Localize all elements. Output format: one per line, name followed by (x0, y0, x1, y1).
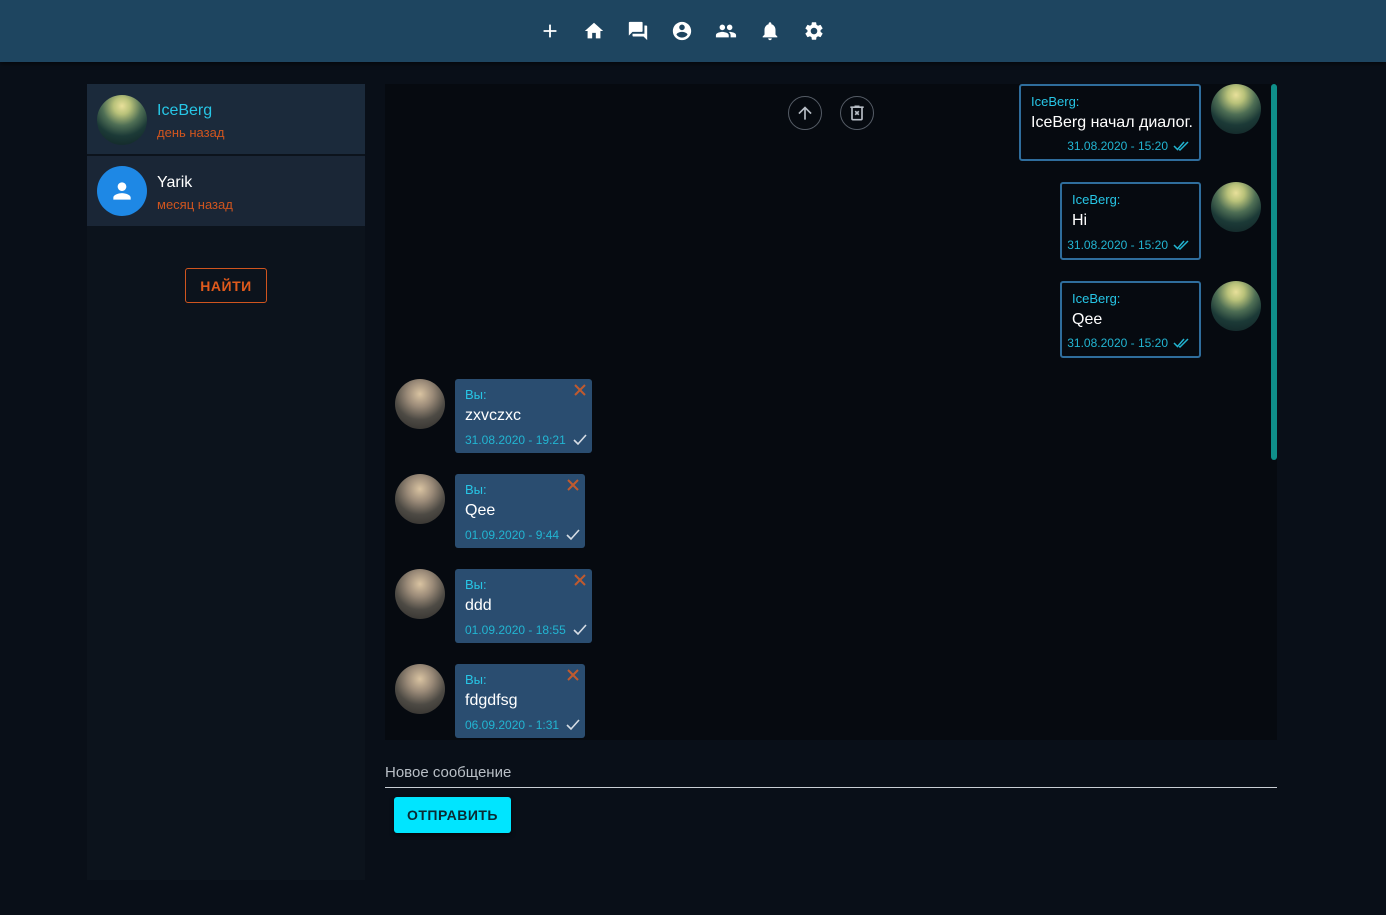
message-author: IceBerg: (1072, 192, 1121, 207)
message-meta: 31.08.2020 - 15:20 (1067, 336, 1191, 350)
message-input[interactable]: Новое сообщение (385, 764, 511, 781)
message-meta: 31.08.2020 - 15:20 (1067, 139, 1191, 153)
gear-icon[interactable] (801, 18, 827, 44)
user-icon (113, 182, 131, 200)
message-time: 06.09.2020 - 1:31 (465, 718, 560, 732)
incoming-message: IceBerg: IceBerg начал диалог. 31.08.202… (1019, 84, 1201, 161)
message-author: Вы: (465, 672, 487, 687)
message-meta: 31.08.2020 - 19:21 (465, 433, 589, 447)
close-icon[interactable] (567, 668, 579, 681)
incoming-message: IceBerg: Hi 31.08.2020 - 15:20 (1060, 182, 1201, 260)
input-underline (385, 787, 1277, 788)
delete-dialog-icon[interactable] (840, 96, 874, 130)
chat-panel: IceBerg: IceBerg начал диалог. 31.08.202… (385, 84, 1277, 740)
dialogs-sidebar: IceBerg день назад Yarik месяц назад НАЙ… (87, 84, 365, 880)
message-time: 31.08.2020 - 15:20 (1067, 336, 1168, 350)
message-meta: 01.09.2020 - 18:55 (465, 623, 589, 637)
message-author: IceBerg: (1072, 291, 1121, 306)
send-button[interactable]: ОТПРАВИТЬ (394, 797, 511, 833)
message-meta: 01.09.2020 - 9:44 (465, 528, 582, 542)
message-text: fdgdfsg (465, 692, 518, 709)
scrollbar-track[interactable] (1270, 84, 1277, 740)
avatar (1211, 281, 1261, 331)
avatar (395, 379, 445, 429)
find-button[interactable]: НАЙТИ (185, 268, 267, 303)
avatar (395, 474, 445, 524)
message-author: Вы: (465, 482, 487, 497)
chat-icon[interactable] (625, 18, 651, 44)
message-author: Вы: (465, 577, 487, 592)
dialog-name: IceBerg (157, 102, 213, 119)
avatar (1211, 84, 1261, 134)
arrow-up-icon[interactable] (788, 96, 822, 130)
dialog-name: Yarik (157, 174, 193, 191)
top-navigation-bar (0, 0, 1386, 62)
check-icon (573, 434, 587, 446)
outgoing-message: Вы: ddd 01.09.2020 - 18:55 (455, 569, 592, 643)
avatar (395, 664, 445, 714)
check-icon (566, 719, 580, 731)
outgoing-message: Вы: Qee 01.09.2020 - 9:44 (455, 474, 585, 548)
home-icon[interactable] (581, 18, 607, 44)
dialog-item-yarik[interactable]: Yarik месяц назад (87, 156, 365, 226)
message-author: Вы: (465, 387, 487, 402)
outgoing-message: Вы: fdgdfsg 06.09.2020 - 1:31 (455, 664, 585, 738)
account-circle-icon[interactable] (669, 18, 695, 44)
close-icon[interactable] (567, 478, 579, 491)
message-text: Qee (1072, 311, 1103, 328)
scrollbar-thumb[interactable] (1271, 84, 1277, 460)
double-check-icon (1173, 240, 1189, 250)
avatar (1211, 182, 1261, 232)
double-check-icon (1173, 338, 1189, 348)
message-time: 31.08.2020 - 19:21 (465, 433, 566, 447)
check-icon (566, 529, 580, 541)
avatar (97, 95, 147, 145)
dialog-item-iceberg[interactable]: IceBerg день назад (87, 84, 365, 154)
message-text: Hi (1072, 212, 1088, 229)
message-meta: 31.08.2020 - 15:20 (1067, 238, 1191, 252)
double-check-icon (1173, 141, 1189, 151)
message-author: IceBerg: (1031, 94, 1080, 109)
message-time: 31.08.2020 - 15:20 (1067, 139, 1168, 153)
message-text: IceBerg начал диалог. (1031, 114, 1193, 131)
incoming-message: IceBerg: Qee 31.08.2020 - 15:20 (1060, 281, 1201, 358)
dialog-time: месяц назад (157, 197, 233, 212)
message-text: zxvczxc (465, 407, 521, 424)
message-time: 31.08.2020 - 15:20 (1067, 238, 1168, 252)
message-text: Qee (465, 502, 496, 519)
bell-icon[interactable] (757, 18, 783, 44)
close-icon[interactable] (574, 383, 586, 396)
close-icon[interactable] (574, 573, 586, 586)
message-text: ddd (465, 597, 492, 614)
check-icon (573, 624, 587, 636)
avatar (97, 166, 147, 216)
message-time: 01.09.2020 - 18:55 (465, 623, 566, 637)
outgoing-message: Вы: zxvczxc 31.08.2020 - 19:21 (455, 379, 592, 453)
avatar (395, 569, 445, 619)
dialog-time: день назад (157, 125, 225, 140)
people-icon[interactable] (713, 18, 739, 44)
plus-icon[interactable] (537, 18, 563, 44)
message-meta: 06.09.2020 - 1:31 (465, 718, 582, 732)
message-time: 01.09.2020 - 9:44 (465, 528, 560, 542)
